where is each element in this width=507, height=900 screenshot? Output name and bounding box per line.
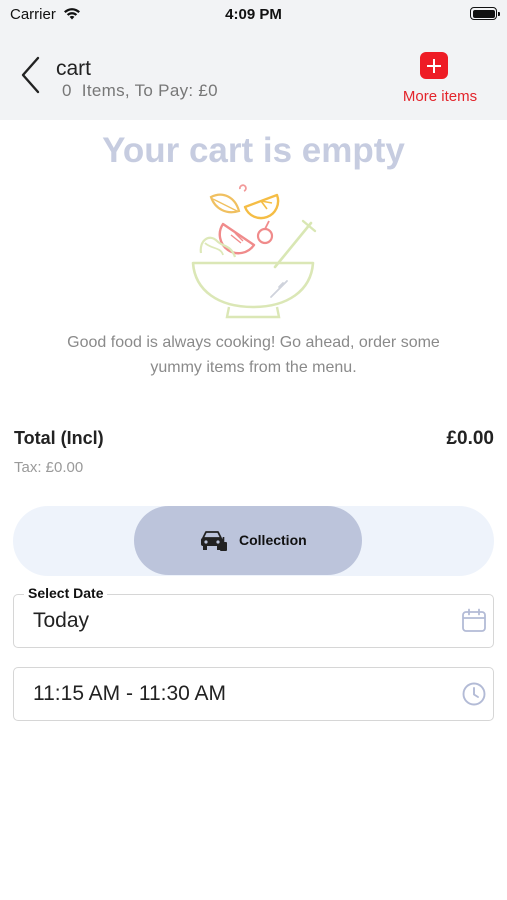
page-title: cart [56,57,92,80]
collection-label: Collection [239,532,307,548]
date-field-value: Today [33,609,90,632]
more-items-button[interactable]: More items [385,52,495,108]
status-bar: Carrier 4:09 PM [0,0,507,30]
chevron-left-icon [21,56,40,94]
back-button[interactable] [16,52,46,98]
date-field[interactable]: Select Date Today [13,585,494,648]
calendar-icon[interactable] [461,608,487,634]
time-slot-field[interactable]: 11:15 AM - 11:30 AM [13,667,494,721]
clock-icon[interactable] [461,681,487,707]
battery-icon [470,7,500,20]
more-items-label: More items [402,88,478,105]
total-label: Total (Incl) [14,428,104,448]
cart-header: cart 0 Items, To Pay: £0 More items [0,30,507,120]
cart-summary: 0 Items, To Pay: £0 [62,81,218,100]
empty-cart-title: Your cart is empty [102,131,405,170]
salad-bowl-illustration [191,184,317,319]
total-value: £0.00 [446,428,494,449]
collection-option[interactable]: Collection [134,506,362,575]
date-field-label: Select Date [24,585,108,601]
time-slot-value: 11:15 AM - 11:30 AM [33,682,226,705]
car-icon [201,531,227,551]
tax-label: Tax: £0.00 [14,459,84,476]
empty-cart-message: Good food is always cooking! Go ahead, o… [67,334,440,376]
status-time: 4:09 PM [225,6,282,23]
plus-icon [420,52,448,79]
